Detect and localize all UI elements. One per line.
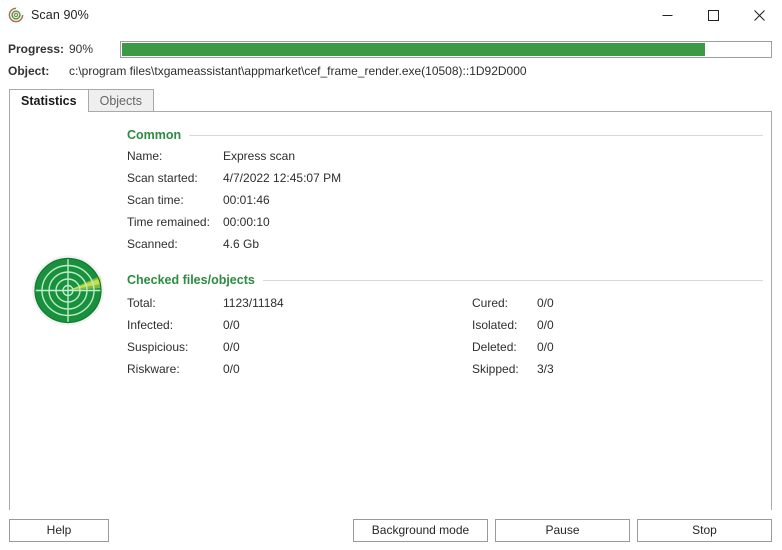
radar-scanner-icon: [30, 254, 106, 327]
scan-spiral-icon: [8, 7, 24, 23]
row-value: 4.6 Gb: [223, 237, 260, 251]
table-row: Infected: 0/0: [127, 314, 284, 336]
checked-columns: Total: 1123/11184 Infected: 0/0 Suspicio…: [127, 290, 763, 380]
title-bar: Scan 90%: [0, 0, 782, 30]
table-row: Name: Express scan: [127, 145, 341, 167]
checked-right-table: Cured: 0/0 Isolated: 0/0 Deleted: 0/0 Sk…: [472, 292, 554, 380]
help-button[interactable]: Help: [9, 518, 109, 542]
object-row: Object: c:\program files\txgameassistant…: [0, 60, 782, 82]
close-button[interactable]: [736, 0, 782, 30]
statistics-panel: Common Name: Express scan Scan started: …: [9, 111, 772, 515]
progress-percent: 90%: [69, 42, 94, 56]
row-key: Infected:: [127, 318, 174, 332]
table-row: Scanned: 4.6 Gb: [127, 233, 341, 255]
background-mode-button-label: Background mode: [371, 523, 470, 537]
section-checked-files: Checked files/objects Total: 1123/11184 …: [127, 273, 763, 380]
section-common: Common Name: Express scan Scan started: …: [127, 128, 763, 255]
section-checked-header: Checked files/objects: [127, 273, 763, 287]
row-key: Name:: [127, 149, 163, 163]
row-key: Scanned:: [127, 237, 178, 251]
common-table: Name: Express scan Scan started: 4/7/202…: [127, 145, 341, 255]
row-value: 0/0: [537, 318, 554, 332]
progress-bar: [120, 40, 772, 58]
row-value: 0/0: [223, 318, 240, 332]
help-button-label: Help: [46, 523, 72, 537]
section-divider: [189, 134, 763, 136]
stop-button-label: Stop: [692, 523, 717, 537]
tab-statistics[interactable]: Statistics: [9, 89, 89, 112]
row-key: Time remained:: [127, 215, 210, 229]
background-mode-button[interactable]: Background mode: [353, 518, 488, 542]
table-row: Suspicious: 0/0: [127, 336, 284, 358]
scan-status-area: Progress: 90% Object: c:\program files\t…: [0, 30, 782, 82]
table-row: Scan time: 00:01:46: [127, 189, 341, 211]
table-row: Total: 1123/11184: [127, 292, 284, 314]
stop-button[interactable]: Stop: [637, 518, 772, 542]
pause-button[interactable]: Pause: [495, 518, 630, 542]
row-key: Total:: [127, 296, 156, 310]
checked-left-column: Total: 1123/11184 Infected: 0/0 Suspicio…: [127, 290, 472, 380]
section-divider: [262, 279, 763, 281]
row-value: 1123/11184: [223, 296, 284, 310]
row-key: Riskware:: [127, 362, 180, 376]
section-common-header: Common: [127, 128, 763, 142]
table-row: Riskware: 0/0: [127, 358, 284, 380]
maximize-button[interactable]: [690, 0, 736, 30]
tab-objects-label: Objects: [99, 93, 142, 108]
section-checked-title: Checked files/objects: [127, 273, 255, 287]
row-key: Scan started:: [127, 171, 198, 185]
row-value: 3/3: [537, 362, 554, 376]
row-value: Express scan: [223, 149, 296, 163]
object-label: Object:: [8, 64, 50, 78]
progress-label: Progress:: [8, 42, 65, 56]
progress-row: Progress: 90%: [0, 38, 782, 60]
row-key: Isolated:: [472, 318, 518, 332]
object-path: c:\program files\txgameassistant\appmark…: [69, 64, 527, 78]
tab-strip: Statistics Objects: [0, 89, 782, 112]
table-row: Skipped: 3/3: [472, 358, 554, 380]
progress-bar-fill: [122, 42, 706, 56]
row-key: Scan time:: [127, 193, 184, 207]
table-row: Scan started: 4/7/2022 12:45:07 PM: [127, 167, 341, 189]
checked-left-table: Total: 1123/11184 Infected: 0/0 Suspicio…: [127, 292, 284, 380]
checked-right-column: Cured: 0/0 Isolated: 0/0 Deleted: 0/0 Sk…: [472, 290, 554, 380]
table-row: Cured: 0/0: [472, 292, 554, 314]
tab-statistics-label: Statistics: [21, 94, 77, 108]
section-common-title: Common: [127, 128, 182, 142]
tab-objects[interactable]: Objects: [87, 89, 154, 111]
row-key: Cured:: [472, 296, 509, 310]
table-row: Isolated: 0/0: [472, 314, 554, 336]
row-value: 4/7/2022 12:45:07 PM: [223, 171, 342, 185]
footer-action-buttons: Background mode Pause Stop: [353, 518, 772, 542]
pause-button-label: Pause: [545, 523, 580, 537]
table-row: Time remained: 00:00:10: [127, 211, 341, 233]
minimize-button[interactable]: [644, 0, 690, 30]
row-key: Deleted:: [472, 340, 517, 354]
window-controls: [644, 0, 782, 30]
row-value: 0/0: [537, 296, 554, 310]
row-value: 00:01:46: [223, 193, 270, 207]
row-value: 00:00:10: [223, 215, 270, 229]
statistics-content: Common Name: Express scan Scan started: …: [127, 128, 763, 380]
row-value: 0/0: [223, 362, 240, 376]
row-value: 0/0: [537, 340, 554, 354]
row-key: Skipped:: [472, 362, 519, 376]
window-title: Scan 90%: [31, 8, 89, 22]
row-value: 0/0: [223, 340, 240, 354]
footer-bar: Help Background mode Pause Stop: [0, 510, 782, 550]
table-row: Deleted: 0/0: [472, 336, 554, 358]
row-key: Suspicious:: [127, 340, 189, 354]
